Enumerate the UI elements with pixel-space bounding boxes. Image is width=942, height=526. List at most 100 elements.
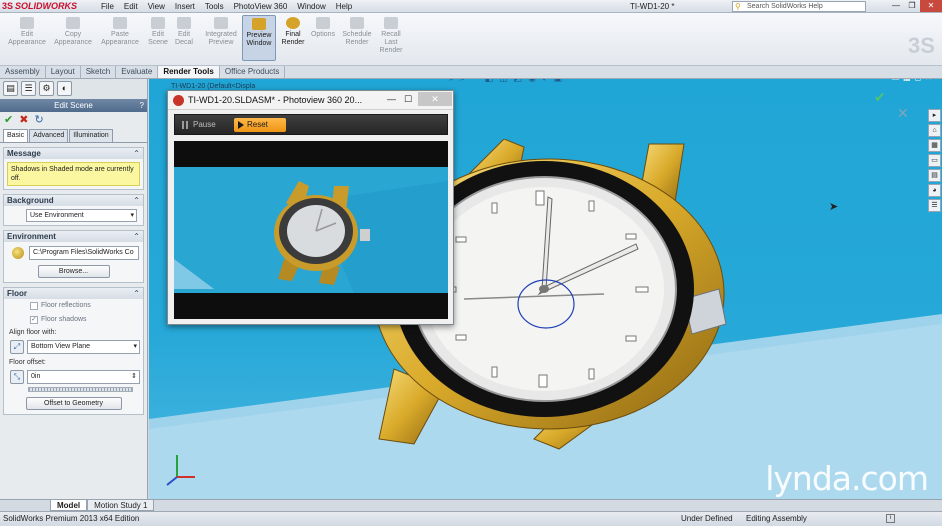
collapse-icon[interactable]: ⌃ — [133, 231, 140, 242]
menu-window[interactable]: Window — [292, 0, 330, 13]
browse-button[interactable]: Browse... — [37, 265, 110, 278]
tab-evaluate[interactable]: Evaluate — [116, 66, 159, 78]
menu-view[interactable]: View — [143, 0, 170, 13]
task-pane-tabs: ▸ ⌂ ▦ ▭ ▤ ◕ ☰ — [928, 109, 942, 212]
display-manager-icon[interactable]: ◐ — [57, 81, 72, 96]
collapse-icon[interactable]: ⌃ — [133, 288, 140, 299]
recall-last-render-icon — [384, 17, 398, 29]
group-header[interactable]: Message ⌃ — [4, 148, 143, 159]
view-orientation-icon[interactable]: ◫ — [499, 79, 508, 84]
home-icon[interactable]: ⌂ — [928, 124, 941, 137]
photoview-maximize-button[interactable]: ☐ — [404, 91, 412, 108]
zoom-fit-icon[interactable]: ⌕ — [449, 79, 454, 84]
photoview-close-button[interactable]: ✕ — [418, 92, 452, 106]
environment-path-field[interactable]: C:\Program Files\SolidWorks Co — [29, 246, 139, 260]
status-info-icon[interactable]: i — [886, 514, 895, 523]
model-tabs: Model Motion Study 1 — [0, 499, 942, 511]
floor-offset-field[interactable]: 0in ⇕ — [27, 370, 140, 384]
appearances-icon[interactable]: ◕ — [928, 184, 941, 197]
floor-reflections-checkbox[interactable]: Floor reflections — [4, 299, 143, 313]
scene-icon[interactable]: ▣ — [553, 79, 562, 84]
minimize-button[interactable]: — — [888, 0, 904, 12]
ok-check-icon[interactable]: ✔ — [4, 114, 13, 127]
menu-help[interactable]: Help — [331, 0, 357, 13]
viewport-max-icon[interactable]: ◻ — [915, 79, 922, 82]
document-title: TI-WD1-20 * — [630, 2, 675, 11]
zoom-area-icon[interactable]: ⌕ — [460, 79, 465, 84]
spinner-icon[interactable]: ⇕ — [131, 371, 137, 383]
offset-icon: ⤡ — [10, 370, 24, 384]
menu-tools[interactable]: Tools — [200, 0, 229, 13]
tab-illumination[interactable]: Illumination — [69, 129, 113, 142]
resources-icon[interactable]: ▸ — [928, 109, 941, 122]
integrated-preview-button[interactable]: Integrated Preview — [198, 17, 244, 47]
floor-shadows-checkbox[interactable]: ✓ Floor shadows — [4, 313, 143, 327]
group-header[interactable]: Floor ⌃ — [4, 288, 143, 299]
plane-select-icon[interactable]: ⤢ — [10, 340, 24, 354]
viewport-close-icon[interactable]: ✕ — [925, 79, 932, 82]
tab-basic[interactable]: Basic — [3, 129, 29, 142]
photoview-minimize-button[interactable]: — — [387, 91, 396, 108]
close-button[interactable]: ✕ — [920, 0, 942, 12]
tab-advanced[interactable]: Advanced — [29, 129, 69, 142]
collapse-icon[interactable]: ⌃ — [133, 195, 140, 206]
pause-button[interactable]: Pause — [179, 118, 229, 132]
viewport-tile-icon[interactable]: ▦ — [903, 79, 911, 82]
command-tabs: Assembly Layout Sketch Evaluate Render T… — [0, 66, 942, 79]
edit-appearance-button[interactable]: Edit Appearance — [4, 17, 50, 47]
photoview-titlebar[interactable]: TI-WD1-20.SLDASM* - Photoview 360 20... … — [168, 91, 453, 110]
help-search-icon: ⚲ — [735, 2, 741, 11]
custom-properties-icon[interactable]: ☰ — [928, 199, 941, 212]
cancel-x-icon[interactable]: ✖ — [19, 114, 28, 127]
config-manager-icon[interactable]: ⚙ — [39, 81, 54, 96]
checkbox-box — [30, 302, 38, 310]
restore-button[interactable]: ❐ — [904, 0, 920, 12]
property-manager-icon[interactable]: ☰ — [21, 81, 36, 96]
search-input[interactable]: ⚲ Search SolidWorks Help — [732, 1, 866, 12]
confirm-corner-ok-icon[interactable]: ✔ — [874, 89, 886, 106]
menu-file[interactable]: File — [96, 0, 119, 13]
tab-layout[interactable]: Layout — [46, 66, 81, 78]
section-view-icon[interactable]: ◧ — [485, 79, 494, 84]
appearance-icon[interactable]: ◐ — [542, 79, 547, 84]
status-mode: Editing Assembly — [746, 514, 807, 523]
photoview-toolbar: Pause Reset — [174, 114, 448, 135]
tab-model[interactable]: Model — [50, 500, 88, 511]
feature-tree-icon[interactable]: ▤ — [3, 81, 18, 96]
tab-motion-study-1[interactable]: Motion Study 1 — [87, 500, 155, 511]
view-palette-icon[interactable]: ▤ — [928, 169, 941, 182]
schedule-render-icon — [350, 17, 364, 29]
floor-offset-row: ⤡ 0in ⇕ — [7, 369, 140, 386]
offset-to-geometry-button[interactable]: Offset to Geometry — [25, 397, 122, 410]
copy-appearance-button[interactable]: Copy Appearance — [50, 17, 96, 47]
tab-render-tools[interactable]: Render Tools — [158, 66, 220, 78]
file-explorer-icon[interactable]: ▭ — [928, 154, 941, 167]
collapse-icon[interactable]: ⌃ — [133, 148, 140, 159]
group-header[interactable]: Background ⌃ — [4, 195, 143, 206]
align-floor-select[interactable]: Bottom View Plane ▾ — [27, 340, 140, 354]
feature-tree-flyout[interactable]: TI-WD1-20 (Default<Displa — [171, 83, 255, 90]
reset-button[interactable]: Reset — [234, 118, 286, 132]
help-icon[interactable]: ? — [140, 99, 144, 112]
floor-offset-slider[interactable] — [28, 387, 133, 392]
pushpin-icon[interactable]: ↻ — [34, 114, 43, 127]
tab-office-products[interactable]: Office Products — [220, 66, 286, 78]
viewport-restore-icon[interactable]: ❐ — [892, 79, 899, 82]
menu-photoview[interactable]: PhotoView 360 — [229, 0, 293, 13]
previous-view-icon[interactable]: ↶ — [471, 79, 479, 84]
confirm-corner-cancel-icon[interactable]: ✕ — [897, 105, 909, 122]
tab-sketch[interactable]: Sketch — [81, 66, 117, 78]
display-style-icon[interactable]: ◩ — [514, 79, 523, 84]
floor-group: Floor ⌃ Floor reflections ✓ Floor shadows … — [3, 287, 144, 415]
group-header[interactable]: Environment ⌃ — [4, 231, 143, 242]
status-bar: SolidWorks Premium 2013 x64 Edition Unde… — [0, 511, 942, 526]
tab-assembly[interactable]: Assembly — [0, 66, 46, 78]
design-library-icon[interactable]: ▦ — [928, 139, 941, 152]
menu-edit[interactable]: Edit — [119, 0, 143, 13]
hide-show-icon[interactable]: ◉ — [528, 79, 536, 84]
solidworks-logo[interactable]: 3S SOLIDWORKS — [2, 1, 88, 12]
recall-last-render-button[interactable]: Recall Last Render — [368, 17, 414, 55]
photoview-preview-window[interactable]: TI-WD1-20.SLDASM* - Photoview 360 20... … — [167, 90, 454, 325]
menu-insert[interactable]: Insert — [170, 0, 200, 13]
background-select[interactable]: Use Environment ▾ — [26, 209, 137, 222]
